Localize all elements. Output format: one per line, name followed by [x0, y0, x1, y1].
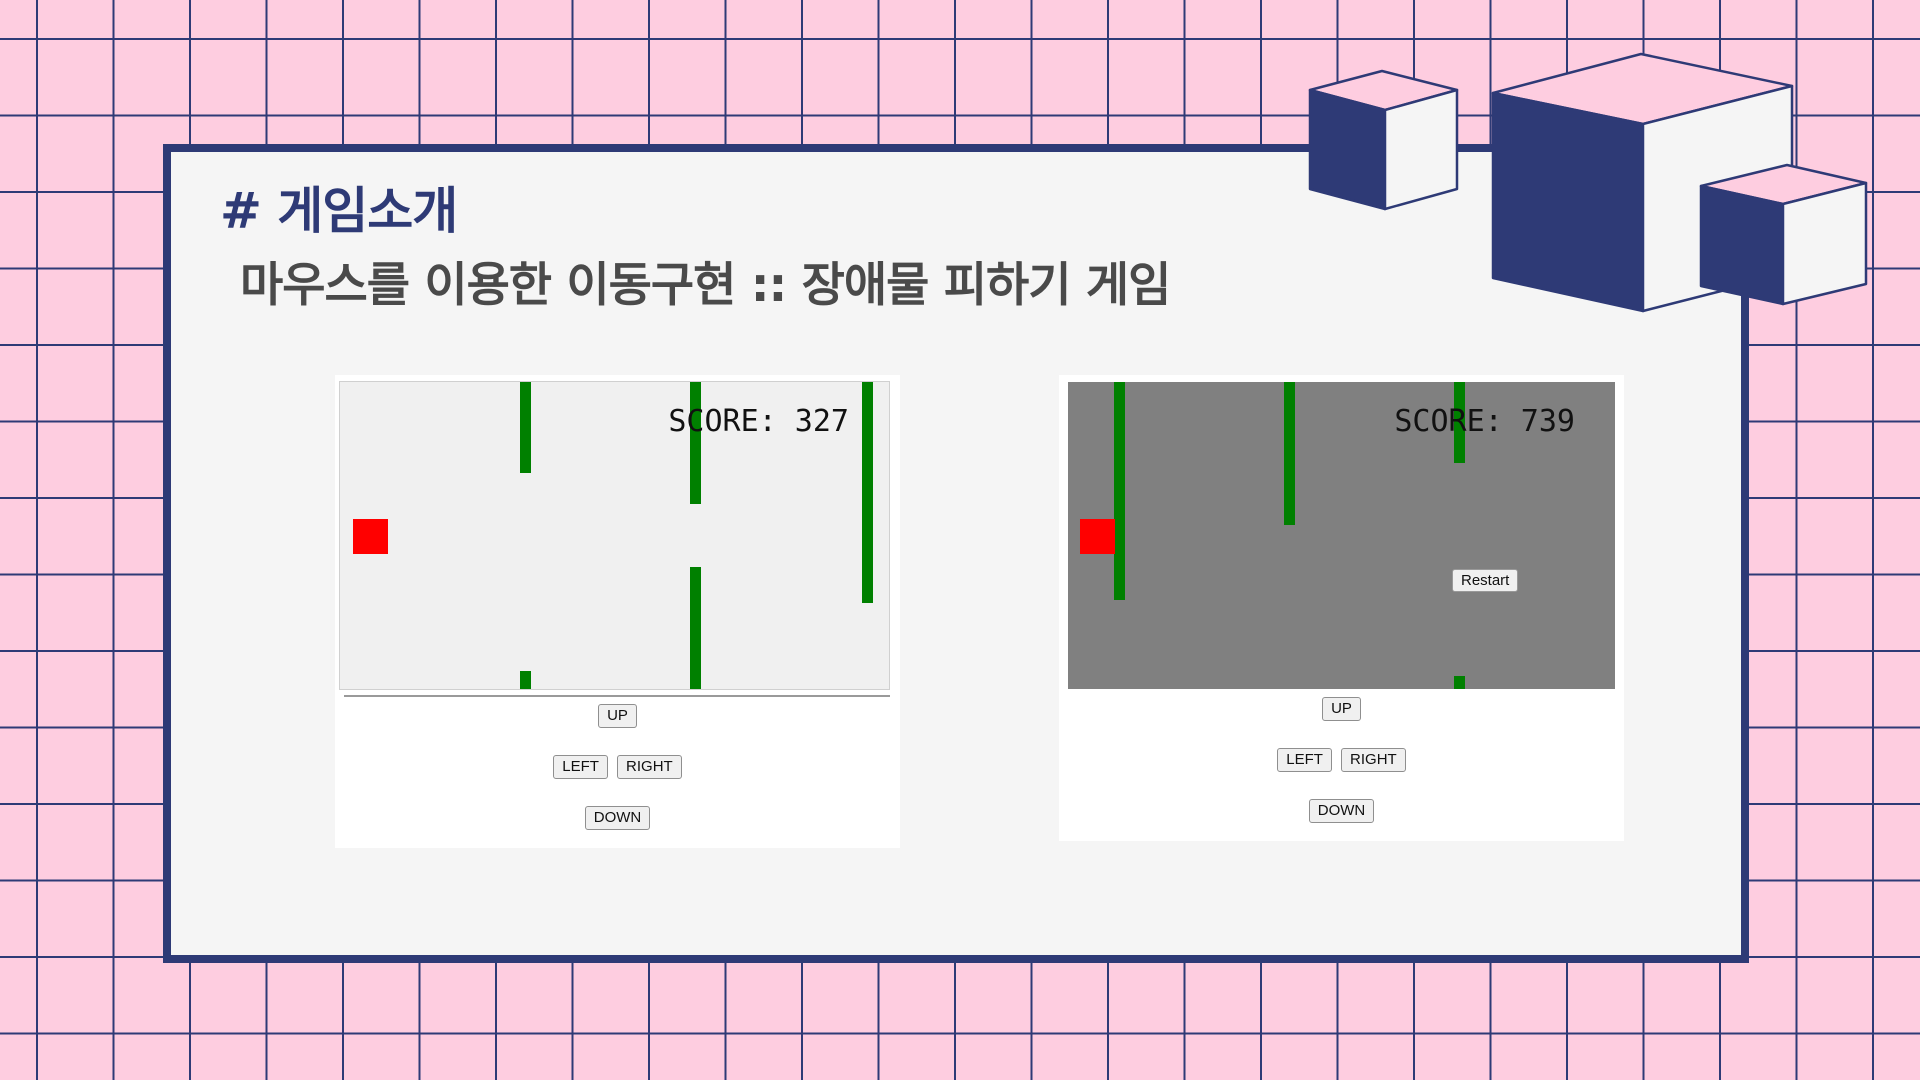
- down-button[interactable]: DOWN: [584, 806, 651, 830]
- cube-icon: [1308, 69, 1459, 211]
- canvas-divider: [344, 695, 890, 697]
- game-screenshot-running: SCORE: 327 UP LEFT RIGHT DOWN: [335, 375, 900, 848]
- right-button[interactable]: RIGHT: [1341, 748, 1406, 772]
- game-canvas: SCORE: 739 Restart: [1068, 382, 1615, 689]
- score-display: SCORE: 327: [668, 404, 849, 439]
- player-square: [1080, 519, 1115, 554]
- slide-title: # 게임소개: [220, 182, 458, 240]
- obstacle-pillar: [1114, 382, 1125, 600]
- player-square: [353, 519, 388, 554]
- obstacle-pillar: [1284, 382, 1295, 525]
- right-button[interactable]: RIGHT: [617, 755, 682, 779]
- down-button[interactable]: DOWN: [1308, 799, 1375, 823]
- cube-icon: [1699, 163, 1868, 306]
- game-screenshot-game-over: SCORE: 739 Restart UP LEFT RIGHT DOWN: [1059, 375, 1624, 841]
- score-display: SCORE: 739: [1394, 404, 1575, 439]
- obstacle-pillar: [1454, 676, 1465, 689]
- up-button[interactable]: UP: [1322, 697, 1361, 721]
- restart-button[interactable]: Restart: [1452, 569, 1519, 592]
- cube-decorations: [1308, 52, 1868, 313]
- obstacle-pillar: [690, 567, 701, 689]
- up-button[interactable]: UP: [598, 704, 637, 728]
- left-button[interactable]: LEFT: [1277, 748, 1332, 772]
- obstacle-pillar: [520, 382, 531, 473]
- obstacle-pillar: [690, 382, 701, 504]
- obstacle-pillar: [862, 382, 873, 603]
- slide-subtitle: 마우스를 이용한 이동구현 :: 장애물 피하기 게임: [240, 258, 1171, 313]
- left-button[interactable]: LEFT: [553, 755, 608, 779]
- obstacle-pillar: [520, 671, 531, 689]
- game-canvas: SCORE: 327: [339, 381, 890, 690]
